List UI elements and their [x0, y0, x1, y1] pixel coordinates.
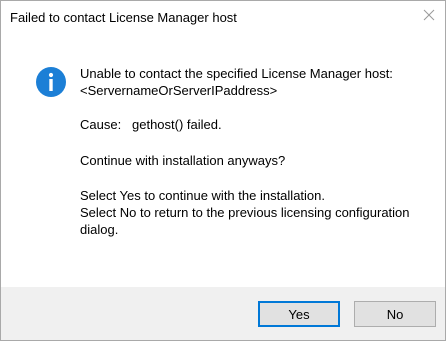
info-icon	[36, 67, 66, 97]
title-bar: Failed to contact License Manager host	[1, 1, 445, 33]
no-hint: Select No to return to the previous lice…	[80, 205, 410, 237]
cause-value: gethost() failed.	[132, 117, 222, 132]
dialog-window: Failed to contact License Manager host U…	[0, 0, 446, 341]
no-button[interactable]: No	[354, 301, 436, 327]
continue-question: Continue with installation anyways?	[80, 153, 286, 168]
message-area: Unable to contact the specified License …	[80, 65, 435, 238]
dialog-content: Unable to contact the specified License …	[1, 33, 445, 267]
cause-label: Cause:	[80, 117, 122, 132]
server-address: <ServernameOrServerIPaddress>	[80, 83, 278, 98]
message-line-1: Unable to contact the specified License …	[80, 66, 393, 81]
yes-button[interactable]: Yes	[258, 301, 340, 327]
close-button[interactable]	[415, 3, 443, 27]
cause-row: Cause: gethost() failed.	[80, 116, 435, 133]
close-icon	[423, 9, 435, 21]
yes-hint: Select Yes to continue with the installa…	[80, 188, 325, 203]
button-bar: Yes No	[1, 287, 445, 340]
window-title: Failed to contact License Manager host	[10, 10, 237, 25]
